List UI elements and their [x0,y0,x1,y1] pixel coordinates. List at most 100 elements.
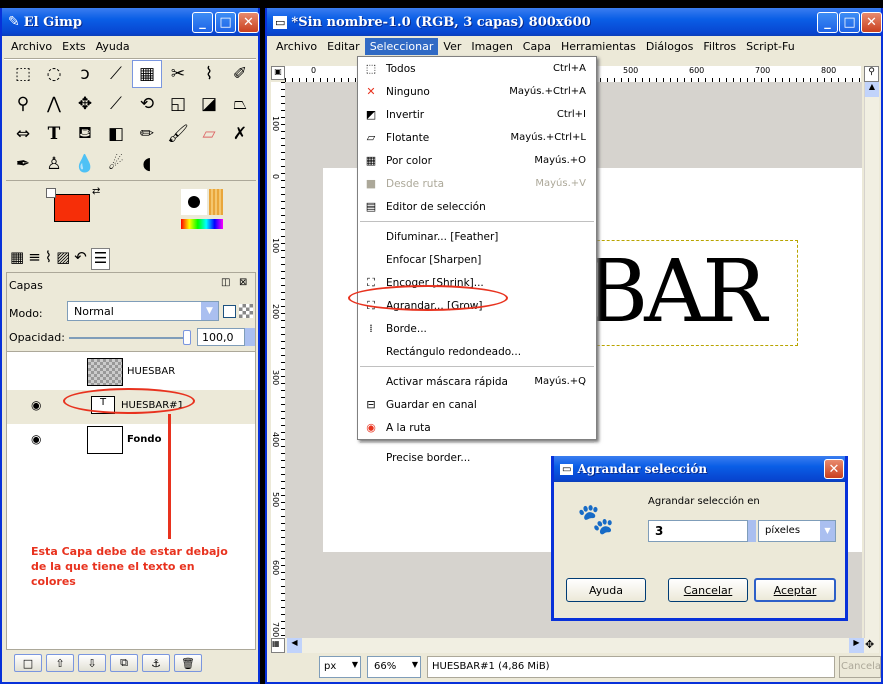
menu-archivo[interactable]: Archivo [6,38,57,55]
ellipse-select-tool-icon[interactable]: ◌ [39,60,69,88]
fg-color-swatch[interactable] [54,194,90,222]
pencil-tool-icon[interactable]: ✏ [132,120,162,148]
layer-row[interactable]: ◉ Fondo [7,424,255,458]
tool-options-tab-icon[interactable]: ▦ [10,248,24,270]
lower-layer-button[interactable]: ⇩ [78,654,106,672]
layers-tab-icon[interactable]: ≡ [28,248,41,270]
select-menu-item[interactable]: ⊟ Guardar en canal [358,393,596,416]
close-button[interactable]: ✕ [824,459,844,479]
cancel-button[interactable]: Cancelar [668,578,748,602]
flip-tool-icon[interactable]: ⇔ [8,120,38,148]
select-menu-item[interactable]: ■ Desde ruta Mayús.+V [358,172,596,195]
scroll-right-icon[interactable]: ▶ [849,638,864,653]
menu-exts[interactable]: Exts [57,38,91,55]
measure-tool-icon[interactable]: ⋀ [39,90,69,118]
delete-layer-button[interactable]: 🗑 [174,654,202,672]
menu-dialogos[interactable]: Diálogos [641,38,699,55]
unit-select[interactable]: px ▼ [319,656,361,678]
grow-dialog-titlebar[interactable]: ▭ Agrandar selección ✕ [554,456,845,482]
navigate-button[interactable]: ⚲ [864,66,879,82]
select-menu-item[interactable]: Enfocar [Sharpen] [358,248,596,271]
undo-tab-icon[interactable]: ↶ [74,248,87,270]
move-tool-icon[interactable]: ✥ [70,90,100,118]
ok-button[interactable]: Aceptar [754,578,836,602]
history-tab-icon[interactable]: ☰ [90,248,111,270]
grow-amount-spinner[interactable] [748,520,756,542]
vertical-ruler[interactable]: 100 0 100 200 300 400 500 600 700 [271,82,285,638]
chevron-down-icon[interactable]: ▼ [820,521,835,541]
select-menu-item[interactable]: Rectángulo redondeado... [358,340,596,363]
layer-row[interactable]: HUESBAR [7,356,255,390]
opacity-input[interactable]: 100,0 [197,328,245,346]
mode-select[interactable]: Normal ▼ [67,301,219,321]
new-layer-button[interactable]: □ [14,654,42,672]
select-menu-item[interactable]: ⬚ Todos Ctrl+A [358,57,596,80]
grow-amount-input[interactable]: 3 [648,520,748,542]
select-menu-item[interactable]: ✕ Ninguno Mayús.+Ctrl+A [358,80,596,103]
bg-color-swatch[interactable] [46,188,56,198]
crop-tool-icon[interactable]: ⟋ [101,90,131,118]
blur-tool-icon[interactable]: 💧 [70,150,100,178]
select-menu-item[interactable]: ▤ Editor de selección [358,195,596,218]
gradient-preview[interactable] [181,219,223,229]
airbrush-tool-icon[interactable]: ✗ [225,120,255,148]
menu-seleccionar[interactable]: Seleccionar [364,37,439,55]
scroll-left-icon[interactable]: ◀ [287,638,302,653]
paintbrush-tool-icon[interactable]: 🖌 [163,120,193,148]
select-menu-item[interactable]: ▦ Por color Mayús.+O [358,149,596,172]
select-menu-item[interactable]: ◉ A la ruta [358,416,596,439]
menu-imagen[interactable]: Imagen [466,38,517,55]
minimize-button[interactable]: _ [192,12,213,33]
quickmask-toggle-icon[interactable]: ▦ [271,638,285,653]
unit-dropdown[interactable]: píxeles ▼ [758,520,836,542]
menu-ayuda[interactable]: Ayuda [91,38,135,55]
menu-archivo[interactable]: Archivo [271,38,322,55]
fuzzy-select-tool-icon[interactable]: ⟋ [101,60,131,88]
zoom-select[interactable]: 66% ▼ [367,656,421,678]
color-select-tool-icon[interactable]: ▦ [132,60,162,88]
close-button[interactable]: ✕ [238,12,259,33]
zoom-tool-icon[interactable]: ⚲ [8,90,38,118]
color-picker-tool-icon[interactable]: ✐ [225,60,255,88]
menu-ver[interactable]: Ver [438,38,466,55]
lasso-tool-icon[interactable]: ↄ [70,60,100,88]
panel-menu-icon[interactable]: ◫ [221,277,230,288]
select-menu-item[interactable]: ▱ Flotante Mayús.+Ctrl+L [358,126,596,149]
status-cancel-button[interactable]: Cancelar [839,656,881,678]
lock-alpha-checkbox[interactable] [223,305,236,318]
menu-script-fu[interactable]: Script-Fu [741,38,800,55]
menu-filtros[interactable]: Filtros [698,38,741,55]
eye-icon[interactable]: ◉ [31,398,41,412]
eye-icon[interactable]: ◉ [31,432,41,446]
chevron-down-icon[interactable]: ▼ [201,302,218,320]
brush-preview[interactable] [181,189,207,215]
channels-tab-icon[interactable]: ▨ [56,248,70,270]
maximize-button[interactable]: □ [839,12,860,33]
clone-tool-icon[interactable]: ♙ [39,150,69,178]
opacity-slider[interactable] [69,337,189,339]
opacity-slider-handle[interactable] [183,330,191,345]
toolbox-titlebar[interactable]: ✎ El Gimp _ □ ✕ [2,8,259,36]
pattern-preview[interactable] [209,189,223,215]
swap-colors-icon[interactable]: ⇄ [92,186,100,197]
panel-close-icon[interactable]: ⊠ [239,277,247,288]
maximize-button[interactable]: □ [215,12,236,33]
vertical-scrollbar[interactable]: ▲ [864,82,879,638]
rect-select-tool-icon[interactable]: ⬚ [8,60,38,88]
image-titlebar[interactable]: ▭ *Sin nombre-1.0 (RGB, 3 capas) 800x600… [267,8,882,36]
menu-capa[interactable]: Capa [518,38,556,55]
raise-layer-button[interactable]: ⇧ [46,654,74,672]
menu-editar[interactable]: Editar [322,38,365,55]
smudge-tool-icon[interactable]: ☄ [101,150,131,178]
scissors-tool-icon[interactable]: ✂ [163,60,193,88]
navigate-icon[interactable]: ✥ [865,638,879,653]
menu-herramientas[interactable]: Herramientas [556,38,641,55]
close-button[interactable]: ✕ [861,12,882,33]
opacity-spinner[interactable] [245,328,255,346]
eraser-tool-icon[interactable]: ▱ [194,120,224,148]
scale-tool-icon[interactable]: ◱ [163,90,193,118]
select-menu-item[interactable]: ⁞ Borde... [358,317,596,340]
chevron-down-icon[interactable]: ▼ [352,660,358,669]
minimize-button[interactable]: _ [817,12,838,33]
text-tool-icon[interactable]: T [39,120,69,148]
